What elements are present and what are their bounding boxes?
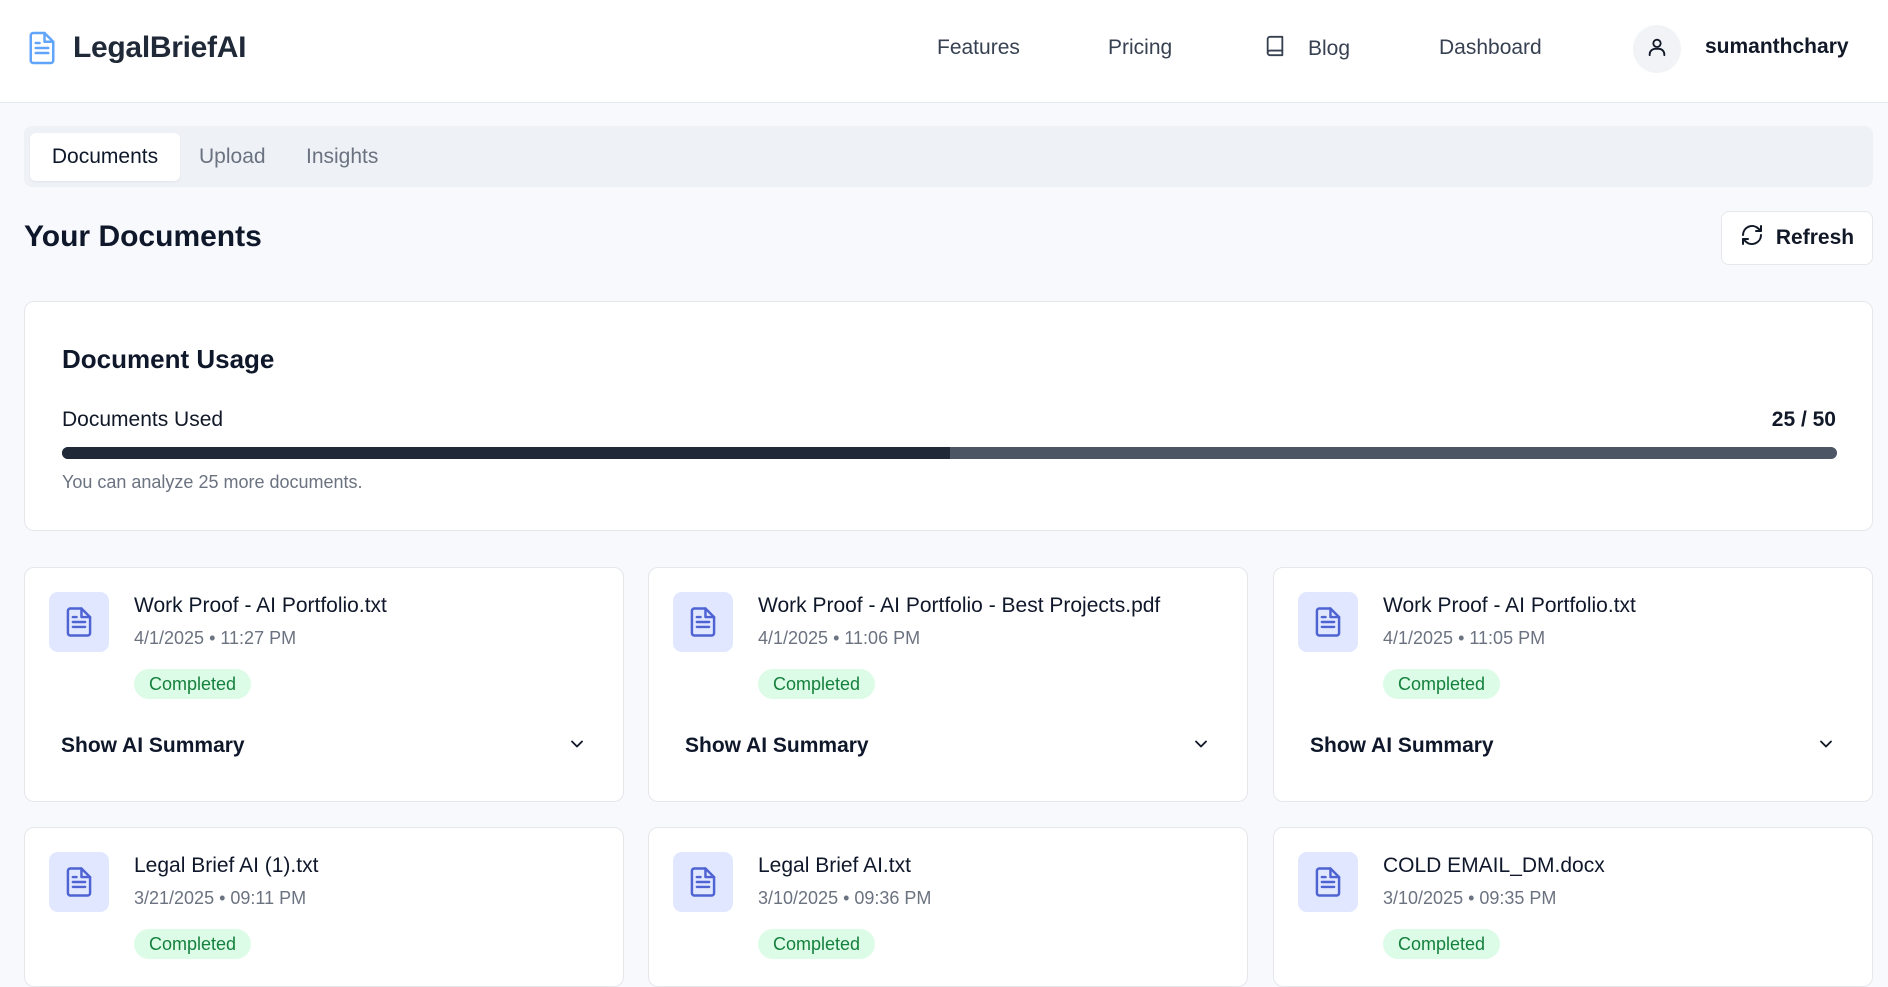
usage-note: You can analyze 25 more documents. bbox=[62, 472, 363, 492]
nav-features-link[interactable]: Features bbox=[937, 36, 1020, 60]
tab-documents[interactable]: Documents bbox=[30, 133, 180, 181]
tab-insights[interactable]: Insights bbox=[306, 133, 378, 181]
show-ai-summary-toggle[interactable]: Show AI Summary bbox=[1310, 728, 1836, 764]
summary-label: Show AI Summary bbox=[1310, 734, 1494, 757]
usage-count: 25 / 50 bbox=[1771, 408, 1836, 431]
status-badge: Completed bbox=[758, 929, 876, 959]
document-name: Work Proof - AI Portfolio.txt bbox=[134, 594, 387, 617]
status-badge: Completed bbox=[134, 929, 252, 959]
nav-pricing-link[interactable]: Pricing bbox=[1108, 36, 1172, 60]
chevron-down-icon bbox=[1816, 734, 1836, 759]
document-name: Legal Brief AI (1).txt bbox=[134, 854, 319, 877]
usage-card: Document Usage Documents Used 25 / 50 Yo… bbox=[24, 301, 1873, 531]
summary-label: Show AI Summary bbox=[61, 734, 245, 757]
avatar[interactable] bbox=[1633, 25, 1681, 73]
document-name: Legal Brief AI.txt bbox=[758, 854, 911, 877]
status-badge: Completed bbox=[758, 669, 876, 699]
usage-progress-bar bbox=[62, 447, 1837, 459]
show-ai-summary-toggle[interactable]: Show AI Summary bbox=[61, 728, 587, 764]
status-badge: Completed bbox=[1383, 669, 1501, 699]
document-date: 4/1/2025 • 11:05 PM bbox=[1383, 628, 1546, 648]
nav-dashboard-link[interactable]: Dashboard bbox=[1439, 36, 1542, 60]
app-logo[interactable]: LegalBriefAI bbox=[27, 30, 246, 66]
tab-upload[interactable]: Upload bbox=[199, 133, 266, 181]
chevron-down-icon bbox=[1191, 734, 1211, 759]
username[interactable]: sumanthchary bbox=[1705, 35, 1849, 59]
page-title: Your Documents bbox=[24, 220, 262, 253]
document-card[interactable]: Work Proof - AI Portfolio.txt 4/1/2025 •… bbox=[1273, 567, 1873, 802]
document-card[interactable]: Work Proof - AI Portfolio.txt 4/1/2025 •… bbox=[24, 567, 624, 802]
document-name: Work Proof - AI Portfolio - Best Project… bbox=[758, 594, 1161, 617]
file-text-icon bbox=[49, 592, 109, 652]
nav-blog-label: Blog bbox=[1308, 37, 1351, 60]
file-text-icon bbox=[1298, 592, 1358, 652]
document-name: Work Proof - AI Portfolio.txt bbox=[1383, 594, 1636, 617]
document-date: 3/21/2025 • 09:11 PM bbox=[134, 888, 307, 908]
document-card[interactable]: Legal Brief AI (1).txt 3/21/2025 • 09:11… bbox=[24, 827, 624, 987]
status-badge: Completed bbox=[134, 669, 252, 699]
refresh-icon bbox=[1740, 223, 1764, 253]
usage-progress-fill bbox=[62, 447, 950, 459]
usage-label: Documents Used bbox=[62, 408, 224, 431]
top-header: LegalBriefAI Features Pricing Blog Dashb… bbox=[0, 0, 1888, 103]
status-badge: Completed bbox=[1383, 929, 1501, 959]
user-icon bbox=[1646, 36, 1668, 63]
refresh-label: Refresh bbox=[1775, 226, 1855, 249]
document-date: 4/1/2025 • 11:27 PM bbox=[134, 628, 297, 648]
chevron-down-icon bbox=[567, 734, 587, 759]
tab-bar: Documents Upload Insights bbox=[24, 126, 1873, 187]
document-name: COLD EMAIL_DM.docx bbox=[1383, 854, 1605, 877]
file-text-icon bbox=[1298, 852, 1358, 912]
app-name: LegalBriefAI bbox=[73, 31, 247, 64]
document-date: 3/10/2025 • 09:35 PM bbox=[1383, 888, 1557, 908]
refresh-button[interactable]: Refresh bbox=[1721, 211, 1873, 265]
summary-label: Show AI Summary bbox=[685, 734, 869, 757]
file-text-icon bbox=[673, 852, 733, 912]
document-card[interactable]: Legal Brief AI.txt 3/10/2025 • 09:36 PM … bbox=[648, 827, 1248, 987]
show-ai-summary-toggle[interactable]: Show AI Summary bbox=[685, 728, 1211, 764]
document-date: 3/10/2025 • 09:36 PM bbox=[758, 888, 932, 908]
usage-title: Document Usage bbox=[62, 344, 275, 374]
file-text-icon bbox=[673, 592, 733, 652]
file-text-icon bbox=[49, 852, 109, 912]
book-icon bbox=[1264, 34, 1286, 64]
file-text-icon bbox=[27, 30, 57, 66]
document-card[interactable]: Work Proof - AI Portfolio - Best Project… bbox=[648, 567, 1248, 802]
document-card[interactable]: COLD EMAIL_DM.docx 3/10/2025 • 09:35 PM … bbox=[1273, 827, 1873, 987]
document-date: 4/1/2025 • 11:06 PM bbox=[758, 628, 921, 648]
nav-blog-link[interactable]: Blog bbox=[1264, 34, 1350, 64]
